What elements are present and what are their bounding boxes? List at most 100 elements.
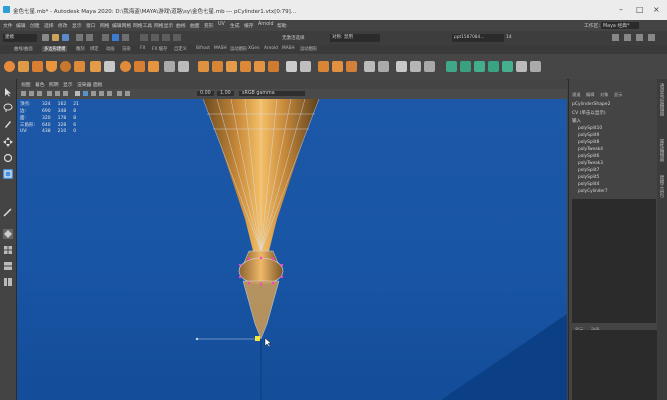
poly-plane-icon[interactable]	[74, 61, 85, 72]
menu-mesh-display[interactable]: 网格显示	[154, 22, 173, 29]
lights-icon[interactable]	[99, 91, 104, 96]
isolate-icon[interactable]	[125, 91, 130, 96]
input-node[interactable]: polyCylinder7	[578, 189, 608, 194]
boolean-icon[interactable]	[178, 61, 189, 72]
vp-menu-panels[interactable]: 面板	[93, 81, 103, 88]
combine-icon[interactable]	[120, 61, 131, 72]
menu-edit[interactable]: 编辑	[16, 22, 26, 29]
minimize-icon[interactable]: –	[619, 5, 623, 14]
cylindrical-map-icon[interactable]	[474, 61, 485, 72]
new-scene-icon[interactable]	[42, 34, 49, 41]
tab-channels[interactable]: 通道	[572, 92, 580, 98]
auto-map-icon[interactable]	[502, 61, 513, 72]
smooth-icon[interactable]	[148, 61, 159, 72]
menu-mesh[interactable]: 网格	[100, 22, 110, 29]
resolution-gate-icon[interactable]	[63, 91, 68, 96]
menu-arnold[interactable]: Arnold	[258, 22, 274, 27]
snap-point-icon[interactable]	[162, 34, 170, 41]
select-object-icon[interactable]	[112, 34, 119, 41]
shelf-tab-motion-2[interactable]: 运动图形	[300, 46, 317, 52]
poly-sphere-icon[interactable]	[4, 61, 15, 72]
shadows-icon[interactable]	[107, 91, 112, 96]
channel-box-icon[interactable]	[648, 34, 655, 41]
shelf-tab-rendering[interactable]: 渲染	[122, 46, 131, 52]
bookmark-icon[interactable]	[37, 91, 42, 96]
shape-node-name[interactable]: pCylinderShape2	[572, 102, 610, 107]
rotate-tool-icon[interactable]	[3, 153, 13, 163]
menu-modify[interactable]: 修改	[58, 22, 68, 29]
open-scene-icon[interactable]	[52, 34, 59, 41]
poly-disc-icon[interactable]	[90, 61, 101, 72]
xray-icon[interactable]	[117, 91, 122, 96]
extrude-icon[interactable]	[198, 61, 209, 72]
tab-show[interactable]: 显示	[614, 92, 622, 98]
shelf-tab-curves[interactable]: 曲线/曲面	[14, 46, 33, 52]
edge-loop-icon[interactable]	[318, 61, 329, 72]
menu-window[interactable]: 窗口	[86, 22, 96, 29]
menu-generate[interactable]: 生成	[230, 22, 240, 29]
input-node[interactable]: polySplit10	[578, 126, 602, 131]
offset-loop-icon[interactable]	[332, 61, 343, 72]
paint-select-icon[interactable]	[3, 119, 13, 129]
manipulator-center[interactable]	[255, 336, 260, 341]
shelf-tab-sculpt[interactable]: 雕刻	[76, 46, 85, 52]
scale-tool-icon[interactable]	[3, 169, 13, 179]
menu-edit-mesh[interactable]: 编辑网格	[112, 22, 131, 29]
shelf-tab-fx[interactable]: FX	[140, 46, 145, 51]
undo-icon[interactable]	[76, 34, 83, 41]
make-live-icon[interactable]	[378, 61, 389, 72]
input-node[interactable]: polyTweak3	[578, 161, 603, 166]
shelf-tab-animation[interactable]: 动画	[106, 46, 115, 52]
reduce-icon[interactable]	[424, 61, 435, 72]
shelf-tab-rigging[interactable]: 绑定	[90, 46, 99, 52]
exposure-field[interactable]: 0.00	[197, 91, 214, 96]
vp-menu-show[interactable]: 显示	[63, 81, 73, 88]
tool-settings-icon[interactable]	[636, 34, 643, 41]
bevel-icon[interactable]	[226, 61, 237, 72]
tip-segment[interactable]	[242, 280, 280, 340]
sidebar-tab-attribute[interactable]: 属性编辑器	[658, 139, 664, 162]
vp-menu-view[interactable]: 视图	[21, 81, 31, 88]
tab-object[interactable]: 对象	[600, 92, 608, 98]
menu-file[interactable]: 文件	[3, 22, 13, 29]
menu-curves[interactable]: 曲线	[176, 22, 186, 29]
menu-deform[interactable]: 变形	[204, 22, 214, 29]
mirror-icon[interactable]	[164, 61, 175, 72]
camera-attr-icon[interactable]	[29, 91, 34, 96]
cv-note[interactable]: CV (单击以显示)	[572, 110, 606, 116]
maximize-icon[interactable]: □	[636, 5, 644, 14]
menu-select[interactable]: 选择	[44, 22, 54, 29]
outliner-view-icon[interactable]	[3, 277, 13, 287]
attribute-editor-icon[interactable]	[624, 34, 631, 41]
menu-mesh-tools[interactable]: 网格工具	[133, 22, 152, 29]
layout-view-icon[interactable]	[3, 261, 13, 271]
append-icon[interactable]	[240, 61, 251, 72]
viewport-3d[interactable]: 顶点: 324 162 21 边: 690 348 8 面: 320 178 8 三角形: 640 3…	[17, 99, 567, 400]
snap-grid-icon[interactable]	[140, 34, 148, 41]
input-node[interactable]: polySplit8	[578, 140, 599, 145]
color-space-select[interactable]: sRGB gamma	[239, 91, 305, 96]
tab-edit[interactable]: 编辑	[586, 92, 594, 98]
merge-icon[interactable]	[268, 61, 279, 72]
menu-help[interactable]: 帮助	[277, 22, 287, 29]
menu-display[interactable]: 显示	[72, 22, 82, 29]
quad-draw-icon[interactable]	[364, 61, 375, 72]
bridge-icon[interactable]	[212, 61, 223, 72]
textured-icon[interactable]	[91, 91, 96, 96]
camera-icon[interactable]	[21, 91, 26, 96]
layer-list[interactable]	[572, 330, 657, 400]
move-tool-icon[interactable]	[3, 137, 13, 147]
input-node[interactable]: polySplit7	[578, 168, 599, 173]
sew-uv-icon[interactable]	[530, 61, 541, 72]
gamma-field[interactable]: 1.00	[217, 91, 234, 96]
lasso-tool-icon[interactable]	[3, 103, 13, 113]
vp-menu-renderer[interactable]: 渲染器	[77, 81, 91, 88]
target-weld-icon[interactable]	[300, 61, 311, 72]
single-view-icon[interactable]	[3, 229, 13, 239]
menu-uv[interactable]: UV	[218, 22, 225, 27]
vp-menu-shading[interactable]: 着色	[35, 81, 45, 88]
uv-editor-icon[interactable]	[446, 61, 457, 72]
film-gate-icon[interactable]	[55, 91, 60, 96]
wireframe-icon[interactable]	[75, 91, 80, 96]
shelf-tab-mash[interactable]: MASH	[214, 46, 227, 51]
